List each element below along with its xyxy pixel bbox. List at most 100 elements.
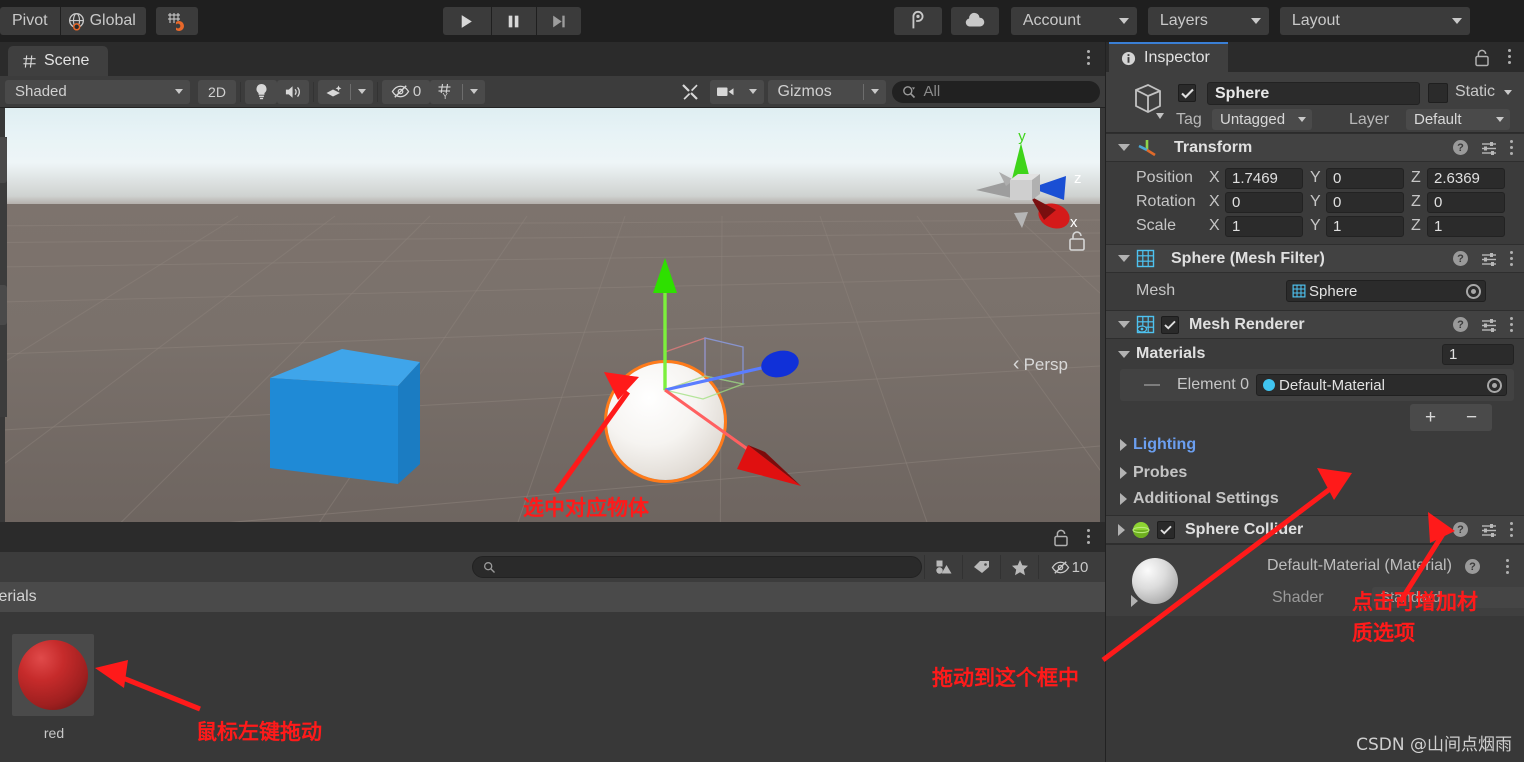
foldout-triangle-icon[interactable] (1118, 255, 1130, 262)
gameobject-icon[interactable] (1120, 82, 1166, 124)
pause-button[interactable] (491, 7, 536, 35)
materials-count-field[interactable]: 1 (1442, 343, 1514, 365)
foldout-triangle-icon[interactable] (1131, 595, 1138, 607)
project-menu-button[interactable] (1087, 529, 1091, 544)
project-search-input[interactable] (472, 556, 922, 578)
mesh-renderer-enabled-checkbox[interactable] (1161, 315, 1179, 334)
step-button[interactable] (536, 7, 581, 35)
shading-mode-dropdown[interactable]: Shaded (5, 79, 190, 104)
project-lock-icon[interactable] (1053, 529, 1069, 547)
rotation-z-field[interactable]: 0 (1427, 191, 1505, 213)
position-z-field[interactable]: 2.6369 (1427, 167, 1505, 189)
remove-material-button[interactable]: − (1451, 407, 1492, 429)
preset-icon[interactable] (1481, 523, 1497, 537)
help-icon[interactable]: ? (1453, 317, 1468, 332)
tag-dropdown[interactable]: Untagged (1212, 109, 1312, 130)
account-dropdown[interactable]: Account (1010, 7, 1137, 35)
filter-by-type-button[interactable] (924, 555, 962, 579)
project-breadcrumb[interactable]: terials (0, 582, 1105, 612)
gameobject-name-input[interactable]: Sphere (1207, 82, 1420, 105)
pivot-toggle-button[interactable]: Pivot (0, 7, 60, 35)
help-icon[interactable]: ? (1453, 522, 1468, 537)
static-dropdown[interactable]: Static (1455, 83, 1513, 101)
object-picker-icon[interactable] (1487, 377, 1502, 393)
toggle-2d-button[interactable]: 2D (198, 79, 236, 104)
component-menu-button[interactable] (1510, 251, 1514, 266)
gizmos-dropdown[interactable]: Gizmos (767, 79, 886, 104)
material-object-field[interactable]: Default-Material (1256, 374, 1507, 396)
filter-by-label-button[interactable] (962, 555, 1000, 579)
grid-snap-button[interactable] (155, 7, 198, 35)
object-picker-icon[interactable] (1466, 283, 1481, 299)
layer-dropdown[interactable]: Default (1406, 109, 1510, 130)
scale-y-field[interactable]: 1 (1326, 215, 1404, 237)
plastic-scm-button[interactable] (893, 7, 942, 35)
component-header-sphere-collider[interactable]: Sphere Collider ? (1106, 515, 1524, 544)
asset-thumbnail[interactable] (12, 634, 94, 716)
layout-dropdown[interactable]: Layout (1279, 7, 1470, 35)
materials-foldout[interactable]: Materials 1 (1106, 341, 1524, 367)
scene-tools-button[interactable] (674, 80, 706, 104)
rotation-x-field[interactable]: 0 (1225, 191, 1303, 213)
rotation-y-field[interactable]: 0 (1326, 191, 1404, 213)
preset-icon[interactable] (1481, 141, 1497, 155)
scene-menu-button[interactable] (1087, 50, 1091, 65)
inspector-menu-button[interactable] (1508, 49, 1512, 64)
help-icon[interactable]: ? (1465, 559, 1480, 574)
perspective-indicator[interactable]: ‹ Persp (1013, 353, 1068, 376)
scale-z-field[interactable]: 1 (1427, 215, 1505, 237)
foldout-triangle-icon[interactable] (1120, 439, 1127, 451)
project-asset-grid[interactable]: red (0, 612, 1105, 762)
viewport-lock-icon[interactable] (1068, 230, 1086, 252)
component-menu-button[interactable] (1506, 559, 1510, 574)
scene-search-input[interactable]: All (891, 80, 1100, 103)
chevron-down-icon[interactable] (463, 89, 485, 94)
preset-icon[interactable] (1481, 252, 1497, 266)
foldout-lighting[interactable]: Lighting (1106, 431, 1524, 459)
layers-dropdown[interactable]: Layers (1147, 7, 1269, 35)
scene-grid-dropdown[interactable]: Y (430, 79, 485, 104)
move-gizmo[interactable] (565, 248, 825, 508)
scene-camera-dropdown[interactable] (709, 79, 764, 104)
cloud-button[interactable] (950, 7, 999, 35)
component-header-transform[interactable]: Transform ? (1106, 133, 1524, 162)
foldout-triangle-icon[interactable] (1118, 321, 1130, 328)
component-menu-button[interactable] (1510, 522, 1514, 537)
gameobject-enabled-checkbox[interactable] (1178, 84, 1196, 102)
foldout-triangle-icon[interactable] (1118, 523, 1125, 536)
preset-icon[interactable] (1481, 318, 1497, 332)
asset-item-red[interactable]: red (12, 634, 96, 741)
component-header-mesh-filter[interactable]: Sphere (Mesh Filter) ? (1106, 244, 1524, 273)
handle-space-button[interactable]: Global (60, 7, 146, 35)
position-x-field[interactable]: 1.7469 (1225, 167, 1303, 189)
play-button[interactable] (442, 7, 491, 35)
component-menu-button[interactable] (1510, 140, 1514, 155)
project-hidden-button[interactable]: 10 (1038, 555, 1100, 579)
component-header-mesh-renderer[interactable]: Mesh Renderer ? (1106, 310, 1524, 339)
position-y-field[interactable]: 0 (1326, 167, 1404, 189)
scene-lighting-button[interactable] (245, 79, 277, 104)
inspector-lock-icon[interactable] (1474, 49, 1490, 67)
scene-view-gizmo[interactable]: y z x (956, 128, 1086, 248)
tab-inspector[interactable]: Inspector (1109, 42, 1228, 72)
sphere-collider-enabled-checkbox[interactable] (1157, 520, 1175, 539)
scene-viewport[interactable]: y z x ‹ Persp (5, 108, 1100, 522)
foldout-probes[interactable]: Probes (1106, 459, 1524, 487)
chevron-down-icon[interactable] (742, 89, 764, 94)
scene-fx-dropdown[interactable] (318, 79, 373, 104)
favorites-button[interactable] (1000, 555, 1038, 579)
scene-audio-button[interactable] (277, 79, 309, 104)
component-menu-button[interactable] (1510, 317, 1514, 332)
tab-scene[interactable]: Scene (8, 46, 109, 76)
mesh-object-field[interactable]: Sphere (1286, 280, 1486, 302)
shader-dropdown[interactable]: Standard (1372, 587, 1524, 608)
static-checkbox[interactable] (1428, 83, 1448, 103)
reorder-handle-icon[interactable] (1143, 381, 1165, 389)
foldout-triangle-icon[interactable] (1120, 493, 1127, 505)
foldout-triangle-icon[interactable] (1118, 350, 1130, 358)
scene-object-cube[interactable] (270, 336, 420, 484)
foldout-triangle-icon[interactable] (1118, 144, 1130, 151)
help-icon[interactable]: ? (1453, 140, 1468, 155)
scale-x-field[interactable]: 1 (1225, 215, 1303, 237)
add-material-button[interactable]: + (1410, 407, 1451, 429)
